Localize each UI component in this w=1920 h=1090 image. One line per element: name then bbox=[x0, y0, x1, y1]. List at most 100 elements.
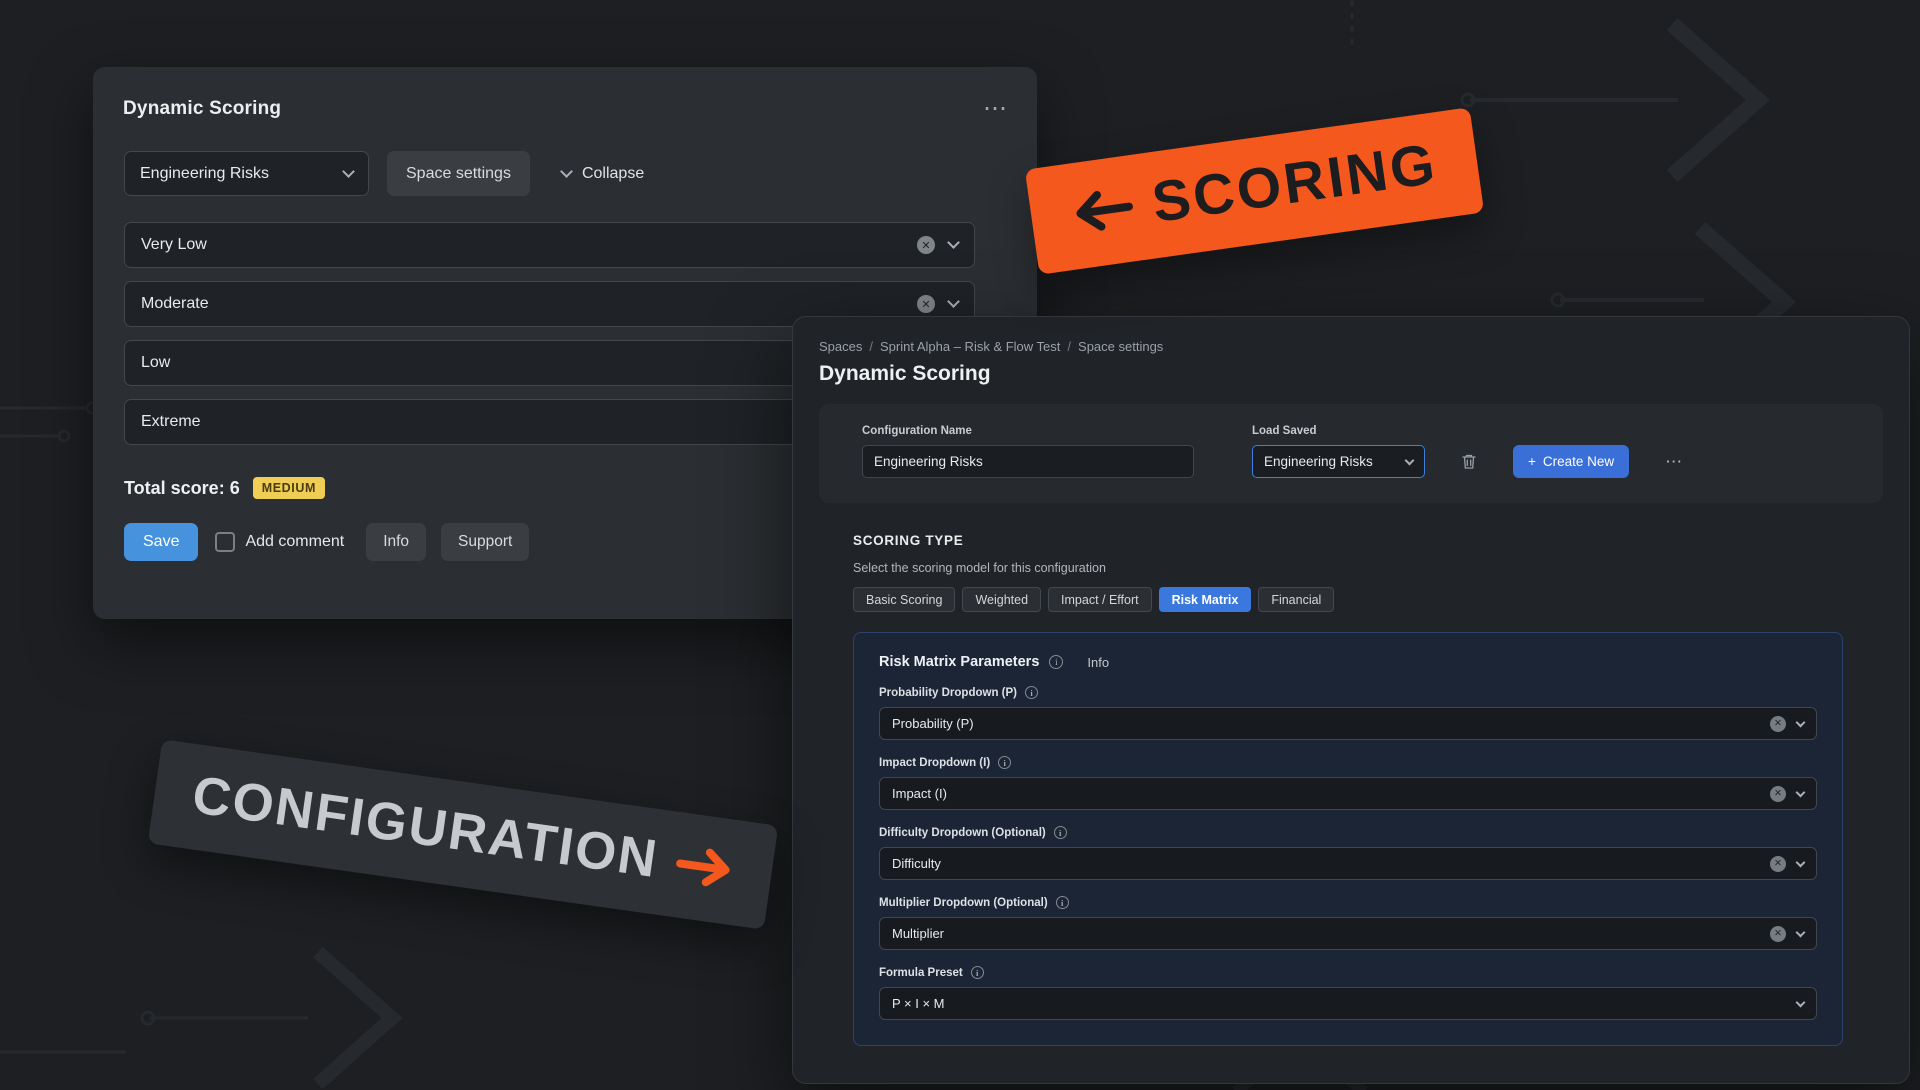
probability-label: Probability Dropdown (P) bbox=[879, 687, 1017, 699]
info-icon[interactable]: i bbox=[1056, 896, 1069, 909]
severity-badge: MEDIUM bbox=[253, 477, 325, 499]
chevron-down-icon bbox=[1796, 717, 1806, 727]
clear-icon[interactable]: ✕ bbox=[1770, 926, 1786, 942]
impact-value: Impact (I) bbox=[892, 786, 947, 801]
tab-impact-effort[interactable]: Impact / Effort bbox=[1048, 587, 1152, 612]
risk-panel-title: Risk Matrix Parameters bbox=[879, 654, 1039, 670]
clear-icon[interactable]: ✕ bbox=[1770, 856, 1786, 872]
chevron-down-icon bbox=[1796, 787, 1806, 797]
select-icons bbox=[1797, 1002, 1804, 1006]
scoring-type-tabs: Basic Scoring Weighted Impact / Effort R… bbox=[853, 587, 1843, 612]
select-icons: ✕ bbox=[1770, 716, 1804, 732]
chevron-down-icon bbox=[342, 165, 355, 178]
chevron-down-icon bbox=[560, 165, 573, 178]
arrow-right-icon bbox=[673, 843, 736, 891]
risk-info-link[interactable]: Info bbox=[1087, 655, 1109, 670]
tab-risk-matrix[interactable]: Risk Matrix bbox=[1159, 587, 1252, 612]
clear-icon[interactable]: ✕ bbox=[917, 295, 935, 313]
select-icons: ✕ bbox=[1770, 786, 1804, 802]
scoring-type-subtext: Select the scoring model for this config… bbox=[853, 561, 1843, 575]
formula-preset-value: P × I × M bbox=[892, 996, 945, 1011]
clear-icon[interactable]: ✕ bbox=[1770, 716, 1786, 732]
page-title: Dynamic Scoring bbox=[819, 362, 1883, 386]
widget-config-select[interactable]: Engineering Risks bbox=[124, 151, 369, 196]
info-icon[interactable]: i bbox=[998, 756, 1011, 769]
score-select-value: Moderate bbox=[141, 295, 209, 313]
impact-field-group: Impact Dropdown (I) i Impact (I) ✕ bbox=[879, 756, 1817, 810]
select-icons: ✕ bbox=[1770, 926, 1804, 942]
score-select-value: Very Low bbox=[141, 236, 207, 254]
formula-preset-select[interactable]: P × I × M bbox=[879, 987, 1817, 1020]
save-button[interactable]: Save bbox=[124, 523, 198, 561]
trash-icon bbox=[1461, 453, 1477, 470]
configuration-name-input[interactable] bbox=[862, 445, 1194, 478]
score-select-1[interactable]: Very Low ✕ bbox=[124, 222, 975, 268]
breadcrumb-item-space[interactable]: Sprint Alpha – Risk & Flow Test bbox=[880, 339, 1060, 354]
impact-select[interactable]: Impact (I) ✕ bbox=[879, 777, 1817, 810]
score-select-value: Low bbox=[141, 354, 170, 372]
scoring-sticker-label: SCORING bbox=[1148, 131, 1441, 236]
widget-toolbar: Engineering Risks Space settings Collaps… bbox=[124, 151, 1006, 196]
clear-icon[interactable]: ✕ bbox=[917, 236, 935, 254]
multiplier-field-group: Multiplier Dropdown (Optional) i Multipl… bbox=[879, 896, 1817, 950]
breadcrumb-separator: / bbox=[869, 339, 873, 354]
clear-icon[interactable]: ✕ bbox=[1770, 786, 1786, 802]
info-icon[interactable]: i bbox=[971, 966, 984, 979]
space-settings-button[interactable]: Space settings bbox=[387, 151, 530, 196]
field-label-row: Difficulty Dropdown (Optional) i bbox=[879, 826, 1817, 839]
support-button[interactable]: Support bbox=[441, 523, 529, 561]
create-new-button[interactable]: + Create New bbox=[1513, 445, 1629, 478]
chevron-down-icon bbox=[947, 295, 960, 308]
info-icon[interactable]: i bbox=[1049, 655, 1063, 669]
add-comment-checkbox[interactable] bbox=[215, 532, 235, 552]
desktop-background: Dynamic Scoring ⋯ Engineering Risks Spac… bbox=[0, 0, 1920, 1090]
load-saved-value: Engineering Risks bbox=[1264, 454, 1373, 469]
chevron-down-icon bbox=[1796, 927, 1806, 937]
risk-matrix-parameters-panel: Risk Matrix Parameters i Info Probabilit… bbox=[853, 632, 1843, 1046]
multiplier-value: Multiplier bbox=[892, 926, 944, 941]
create-new-label: Create New bbox=[1543, 454, 1614, 469]
add-comment-label: Add comment bbox=[245, 533, 344, 551]
difficulty-label: Difficulty Dropdown (Optional) bbox=[879, 827, 1046, 839]
load-saved-group: Load Saved Engineering Risks bbox=[1252, 425, 1425, 478]
breadcrumb-item-spaces[interactable]: Spaces bbox=[819, 339, 862, 354]
space-settings-panel: Spaces / Sprint Alpha – Risk & Flow Test… bbox=[792, 316, 1910, 1084]
formula-preset-label: Formula Preset bbox=[879, 967, 963, 979]
field-label-row: Probability Dropdown (P) i bbox=[879, 686, 1817, 699]
field-label-row: Formula Preset i bbox=[879, 966, 1817, 979]
select-icons: ✕ bbox=[917, 295, 958, 313]
multiplier-select[interactable]: Multiplier ✕ bbox=[879, 917, 1817, 950]
probability-value: Probability (P) bbox=[892, 716, 974, 731]
tab-financial[interactable]: Financial bbox=[1258, 587, 1334, 612]
tab-basic-scoring[interactable]: Basic Scoring bbox=[853, 587, 955, 612]
probability-select[interactable]: Probability (P) ✕ bbox=[879, 707, 1817, 740]
breadcrumb-separator: / bbox=[1067, 339, 1071, 354]
tab-weighted[interactable]: Weighted bbox=[962, 587, 1041, 612]
breadcrumb: Spaces / Sprint Alpha – Risk & Flow Test… bbox=[819, 339, 1883, 354]
load-saved-select[interactable]: Engineering Risks bbox=[1252, 445, 1425, 478]
collapse-toggle[interactable]: Collapse bbox=[562, 165, 644, 183]
collapse-label: Collapse bbox=[582, 165, 644, 183]
total-score-label: Total score: 6 bbox=[124, 478, 240, 499]
delete-configuration-button[interactable] bbox=[1452, 445, 1486, 478]
difficulty-value: Difficulty bbox=[892, 856, 941, 871]
settings-content: SCORING TYPE Select the scoring model fo… bbox=[819, 533, 1883, 1046]
arrow-left-icon bbox=[1069, 185, 1136, 235]
risk-panel-header: Risk Matrix Parameters i Info bbox=[879, 654, 1817, 670]
info-icon[interactable]: i bbox=[1025, 686, 1038, 699]
score-select-value: Extreme bbox=[141, 413, 201, 431]
probability-field-group: Probability Dropdown (P) i Probability (… bbox=[879, 686, 1817, 740]
field-label-row: Impact Dropdown (I) i bbox=[879, 756, 1817, 769]
chevron-down-icon bbox=[947, 236, 960, 249]
chevron-down-icon bbox=[1405, 455, 1415, 465]
difficulty-select[interactable]: Difficulty ✕ bbox=[879, 847, 1817, 880]
info-icon[interactable]: i bbox=[1054, 826, 1067, 839]
scoring-type-heading: SCORING TYPE bbox=[853, 533, 1843, 548]
widget-menu-button[interactable]: ⋯ bbox=[983, 97, 1007, 121]
plus-icon: + bbox=[1528, 454, 1536, 469]
field-label-row: Multiplier Dropdown (Optional) i bbox=[879, 896, 1817, 909]
chevron-down-icon bbox=[1796, 997, 1806, 1007]
info-button[interactable]: Info bbox=[366, 523, 426, 561]
more-options-button[interactable]: ⋯ bbox=[1656, 445, 1692, 478]
breadcrumb-item-current: Space settings bbox=[1078, 339, 1163, 354]
